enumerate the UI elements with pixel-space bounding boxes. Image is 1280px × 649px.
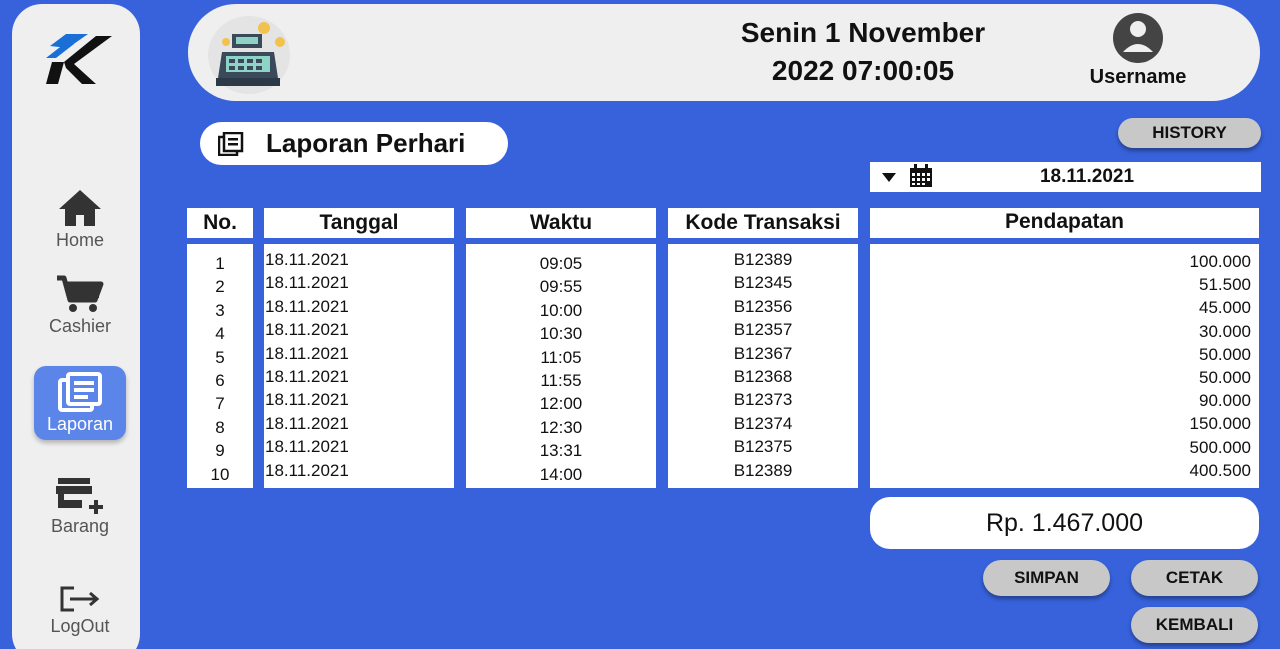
cell-no: 2 [215,277,225,297]
cell-pendapatan: 51.500 [1199,275,1251,295]
user-icon [1113,13,1163,63]
cell-pendapatan: 100.000 [1189,252,1251,271]
cell-kode-transaksi: B12389 [733,250,793,269]
top-header: Senin 1 November 2022 07:00:05 Username [188,4,1260,101]
cell-waktu: 14:00 [539,464,583,484]
column-header-pendapatan: Pendapatan [870,208,1259,238]
cell-pendapatan: 45.000 [1199,298,1251,318]
cell-tanggal: 18.11.2021 [265,437,349,457]
cell-waktu: 13:31 [539,441,583,461]
cell-kode-transaksi: B12389 [733,460,793,480]
cell-kode-transaksi: B12357 [733,320,793,340]
cell-pendapatan: 30.000 [1199,321,1251,341]
cell-no: 9 [215,441,225,461]
cell-no: 6 [215,371,225,390]
column-pendapatan: 100.000 51.500 45.000 30.000 50.000 50.000 90.… [870,244,1259,488]
user-profile[interactable]: Username [1078,12,1198,89]
column-header-waktu: Waktu [466,208,656,238]
simpan-button[interactable]: SIMPAN [983,560,1110,596]
cell-no: 7 [215,394,225,414]
total-amount: Rp. 1.467.000 [870,497,1259,549]
cell-waktu: 12:00 [539,394,583,414]
cell-tanggal: 18.11.2021 [265,390,349,410]
nav-label-home: Home [55,230,104,250]
cell-pendapatan: 50.000 [1199,344,1251,364]
cell-tanggal: 18.11.2021 [265,367,349,386]
column-kode-transaksi: B12389 B12345 B12356 B12357 B12367 B12368 B123… [668,244,858,488]
column-no: 1 2 3 4 5 6 7 8 9 10 [187,244,253,488]
cell-kode-transaksi: B12375 [733,437,793,457]
cell-pendapatan: 50.000 [1199,368,1251,387]
nav-label-logout: LogOut [50,616,110,636]
page-title: Laporan Perhari [266,128,466,158]
cell-waktu: 09:55 [539,277,583,297]
cell-kode-transaksi: B12373 [733,390,793,410]
nav-cashier[interactable]: Cashier [34,274,126,337]
column-header-no: No. [187,208,253,238]
cell-waktu: 11:05 [540,347,582,367]
nav-home[interactable]: Home [34,188,126,251]
nav-label-laporan: Laporan [46,414,114,434]
datetime-line-2: 2022 07:00:05 [771,55,955,86]
sidebar: Home Cashier Laporan Barang LogOut [12,4,140,649]
cell-waktu: 12:30 [539,417,583,437]
nav-label-cashier: Cashier [48,316,112,336]
cell-tanggal: 18.11.2021 [265,460,349,480]
cell-kode-transaksi: B12368 [733,367,793,386]
datetime-display: Senin 1 November 2022 07:00:05 [698,14,1028,90]
nav-laporan[interactable]: Laporan [34,366,126,440]
cell-waktu: 10:30 [539,324,583,344]
nav-label-barang: Barang [50,516,110,536]
cell-tanggal: 18.11.2021 [265,343,349,363]
cell-waktu: 09:05 [539,254,583,273]
cell-no: 5 [215,347,225,367]
cell-waktu: 11:55 [540,371,582,390]
date-filter-value: 18.11.2021 [1039,166,1135,187]
username-label: Username [1089,66,1187,88]
history-button[interactable]: HISTORY [1118,118,1261,148]
cell-pendapatan: 400.500 [1189,460,1251,480]
column-header-tanggal: Tanggal [264,208,454,238]
nav-logout[interactable]: LogOut [34,584,126,637]
date-filter-select[interactable]: 18.11.2021 [870,162,1261,192]
cell-waktu: 10:00 [539,300,583,320]
kembali-button[interactable]: KEMBALI [1131,607,1258,643]
nav-barang[interactable]: Barang [34,476,126,537]
cart-icon [57,275,104,312]
cetak-button[interactable]: CETAK [1131,560,1258,596]
home-icon [59,190,101,226]
cell-pendapatan: 500.000 [1189,437,1251,457]
document-list-icon [218,131,244,156]
cell-tanggal: 18.11.2021 [265,320,349,340]
cell-kode-transaksi: B12345 [733,273,793,293]
cell-no: 1 [215,254,225,273]
app-logo [44,28,116,90]
cell-tanggal: 18.11.2021 [265,296,349,316]
datetime-line-1: Senin 1 November [740,17,986,48]
cell-no: 10 [210,464,230,484]
cell-tanggal: 18.11.2021 [265,250,349,269]
column-tanggal: 18.11.2021 18.11.2021 18.11.2021 18.11.2021… [264,244,454,488]
column-header-kode-transaksi: Kode Transaksi [668,208,858,238]
page-title-pill: Laporan Perhari [200,122,508,165]
store-add-icon [56,478,103,514]
cell-tanggal: 18.11.2021 [265,273,349,293]
cell-kode-transaksi: B12374 [733,413,793,433]
cell-no: 4 [215,324,225,344]
cell-pendapatan: 90.000 [1199,391,1251,411]
cell-pendapatan: 150.000 [1189,414,1251,434]
cell-tanggal: 18.11.2021 [265,413,349,433]
cash-register-icon [208,16,290,94]
logout-icon [60,586,100,612]
cell-kode-transaksi: B12367 [733,343,793,363]
cell-kode-transaksi: B12356 [733,296,793,316]
column-waktu: 09:05 09:55 10:00 10:30 11:05 11:55 12:00 12:30… [466,244,656,488]
cell-no: 3 [215,300,225,320]
report-icon [58,372,102,412]
cell-no: 8 [215,417,225,437]
